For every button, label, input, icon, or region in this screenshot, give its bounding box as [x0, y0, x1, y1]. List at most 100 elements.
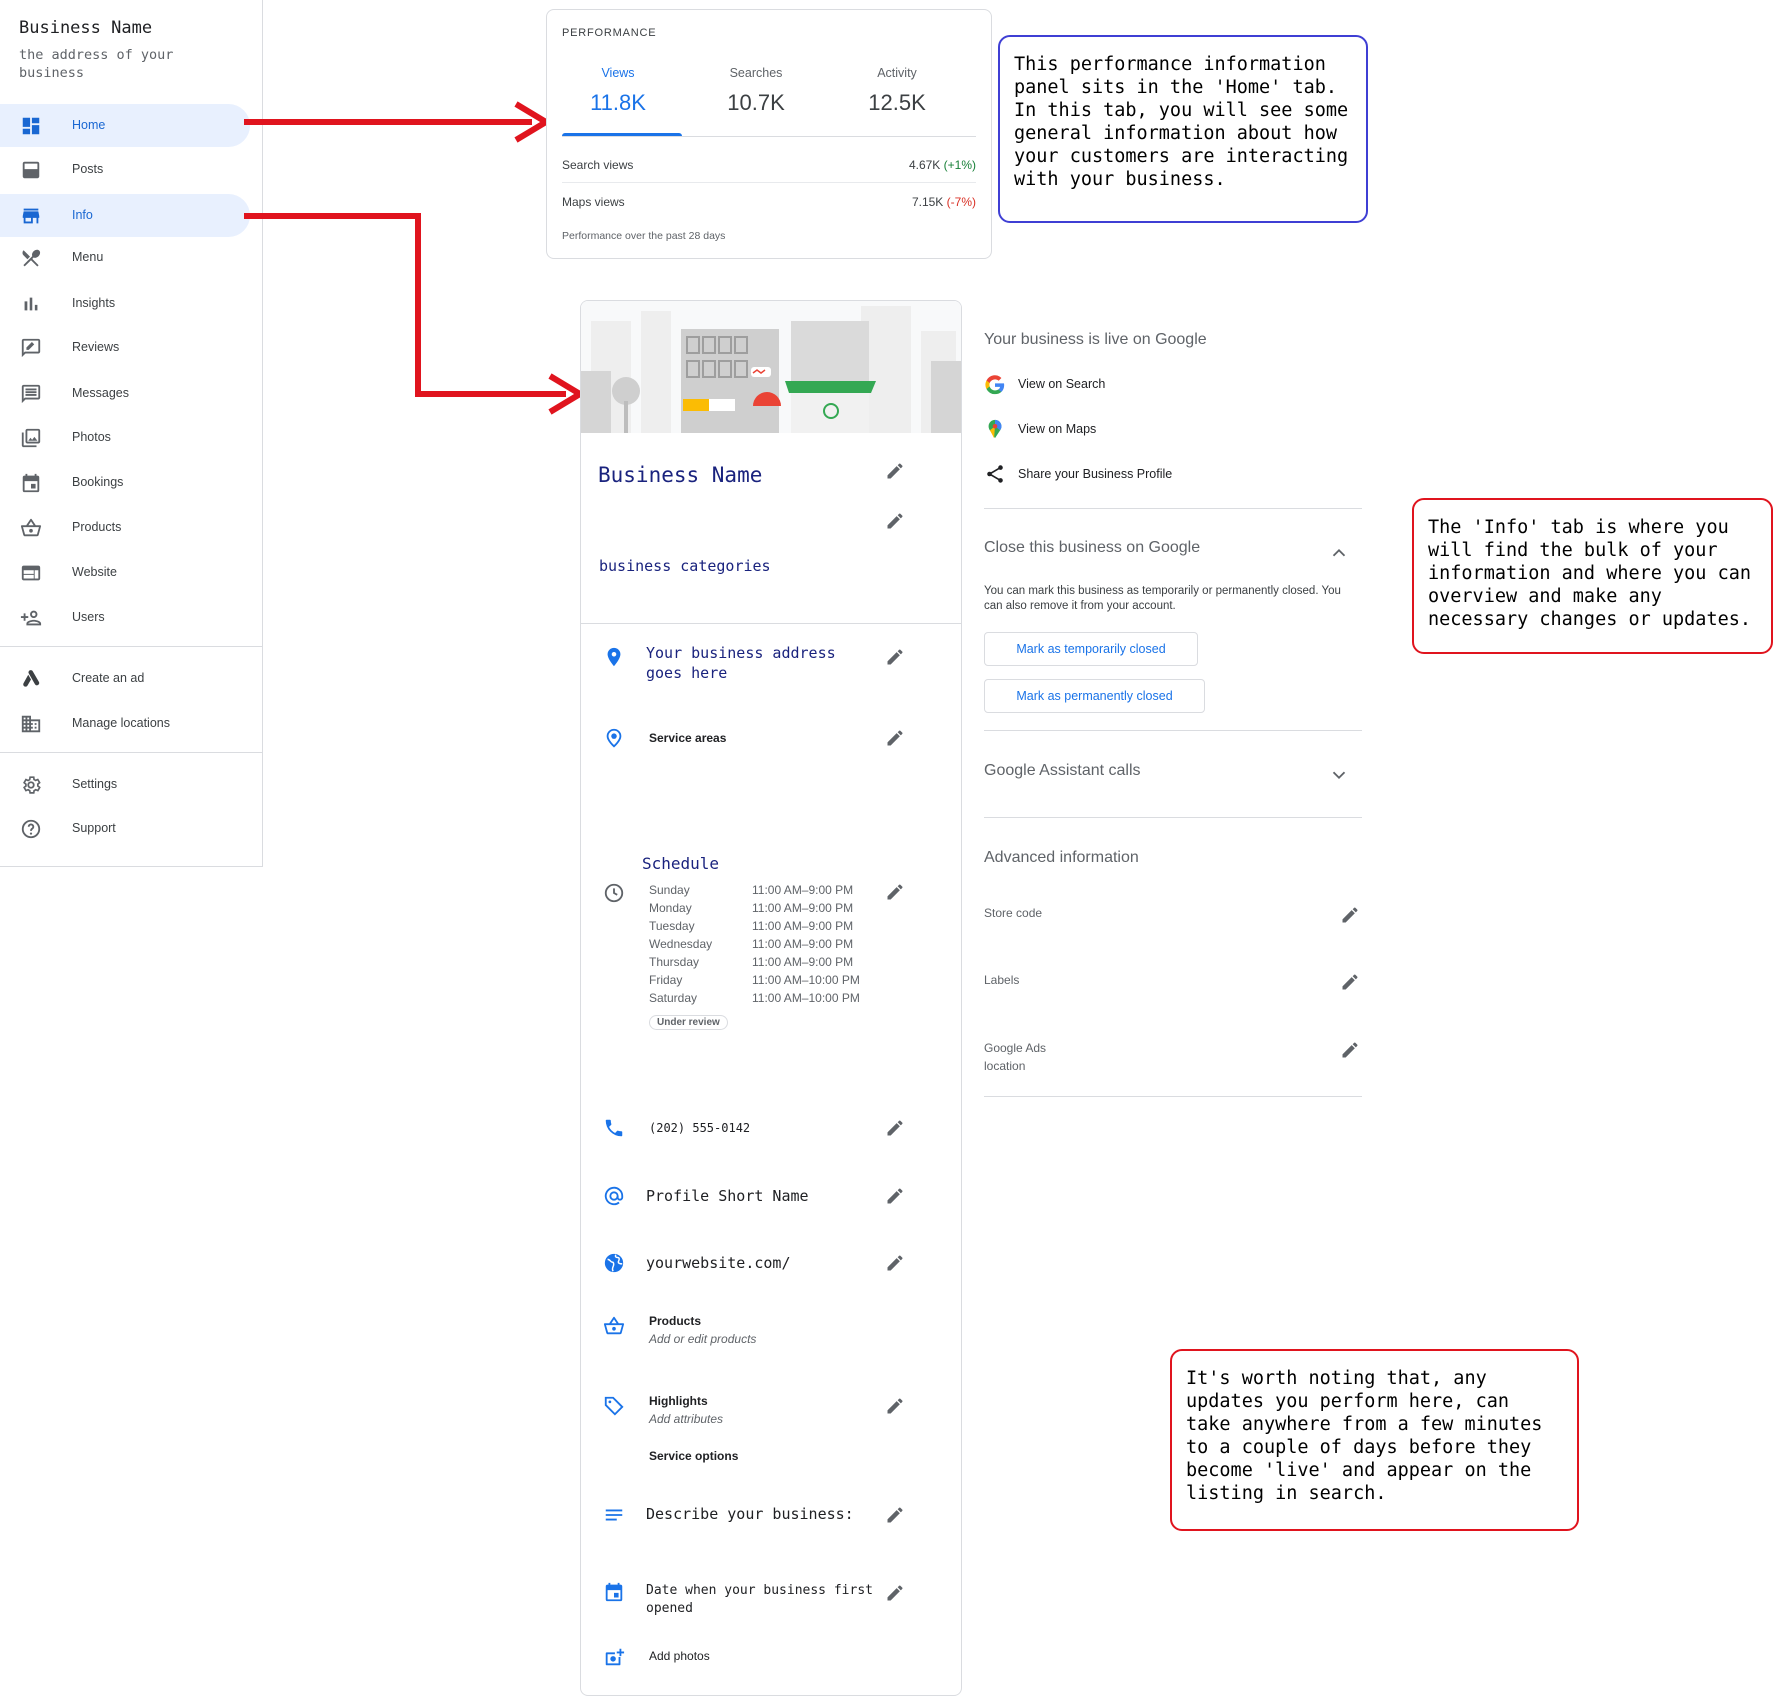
right-divider	[984, 730, 1362, 731]
arrow-info-to-card	[244, 213, 586, 415]
schedule-title: Schedule	[642, 854, 720, 873]
performance-panel: PERFORMANCE Views 11.8K Searches 10.7K A…	[546, 9, 992, 259]
products-sub[interactable]: Add or edit products	[649, 1332, 756, 1346]
website-url: yourwebsite.com/	[646, 1254, 791, 1272]
card-divider	[581, 623, 961, 624]
globe-icon	[604, 1253, 624, 1273]
maps-views-row: Maps views 7.15K (-7%)	[562, 195, 976, 209]
row-value: 7.15K	[911, 195, 944, 209]
calendar-icon	[605, 1582, 623, 1602]
close-heading[interactable]: Close this business on Google	[984, 539, 1200, 557]
phone-number: (202) 555-0142	[649, 1121, 751, 1135]
info-card: Business Name business categories Your b…	[580, 300, 962, 1696]
schedule-day: Tuesday	[649, 919, 695, 933]
tab-value: 10.7K	[727, 90, 785, 115]
chevron-up-icon[interactable]	[1328, 542, 1350, 564]
performance-title: PERFORMANCE	[562, 27, 657, 39]
schedule-hours: 11:00 AM–9:00 PM	[752, 883, 854, 897]
right-divider	[984, 1096, 1362, 1097]
tag-icon	[604, 1396, 624, 1416]
row-label: Maps views	[562, 195, 625, 209]
maps-pin-icon	[988, 419, 1002, 439]
clock-icon	[604, 883, 624, 903]
add-photos-link[interactable]: Add photos	[649, 1649, 710, 1663]
store-code-label: Store code	[984, 906, 1043, 920]
edit-phone-icon[interactable]	[885, 1118, 905, 1138]
edit-address-icon[interactable]	[885, 647, 905, 667]
edit-service-areas-icon[interactable]	[885, 728, 905, 748]
row-change: (+1%)	[943, 158, 976, 172]
edit-highlights-icon[interactable]	[885, 1396, 905, 1416]
labels-label: Labels	[984, 973, 1020, 987]
service-areas-label: Service areas	[649, 731, 727, 745]
description-icon	[605, 1509, 623, 1521]
business-description: Describe your business:	[646, 1505, 854, 1523]
schedule-hours: 11:00 AM–9:00 PM	[752, 919, 854, 933]
edit-description-icon[interactable]	[885, 1505, 905, 1525]
schedule-day: Thursday	[649, 955, 700, 969]
chevron-down-icon[interactable]	[1328, 764, 1350, 786]
search-views-row: Search views 4.67K (+1%)	[562, 158, 976, 172]
edit-category-icon[interactable]	[885, 511, 905, 531]
callout-updates: It's worth noting that, any updates you …	[1170, 1349, 1579, 1531]
schedule-day: Saturday	[649, 991, 698, 1005]
row-value: 4.67K	[908, 158, 941, 172]
row-change: (-7%)	[946, 195, 976, 209]
right-divider	[984, 817, 1362, 818]
assistant-heading[interactable]: Google Assistant calls	[984, 762, 1141, 780]
tab-label: Views	[601, 66, 635, 80]
advanced-heading: Advanced information	[984, 849, 1139, 866]
view-on-maps-link[interactable]: View on Maps	[1018, 422, 1096, 436]
tab-views[interactable]: Views 11.8K	[550, 66, 686, 116]
mark-permanently-closed-button[interactable]: Mark as permanently closed	[984, 679, 1205, 713]
schedule-hours: 11:00 AM–9:00 PM	[752, 901, 854, 915]
tab-searches[interactable]: Searches 10.7K	[688, 66, 824, 116]
at-sign-icon	[604, 1186, 624, 1206]
edit-ads-location-icon[interactable]	[1340, 1040, 1360, 1060]
mark-temporarily-closed-button[interactable]: Mark as temporarily closed	[984, 632, 1198, 666]
storefront-illustration	[581, 301, 961, 433]
edit-name-icon[interactable]	[885, 461, 905, 481]
opening-date: Date when your business first opened	[646, 1583, 873, 1616]
add-photo-icon	[605, 1648, 625, 1666]
performance-note: Performance over the past 28 days	[562, 230, 726, 242]
google-ads-location-label: Google Ads location	[984, 1041, 1047, 1073]
tab-divider	[562, 136, 976, 137]
edit-labels-icon[interactable]	[1340, 972, 1360, 992]
arrow-home-to-performance	[244, 101, 552, 143]
highlights-sub[interactable]: Add attributes	[649, 1412, 723, 1426]
callout-performance: This performance information panel sits …	[998, 35, 1368, 223]
schedule-hours: 11:00 AM–10:00 PM	[752, 991, 860, 1005]
close-description: You can mark this business as temporaril…	[984, 585, 1341, 612]
schedule-hours: 11:00 AM–9:00 PM	[752, 937, 854, 951]
service-area-icon	[606, 728, 622, 748]
business-categories: business categories	[599, 557, 771, 575]
edit-opening-date-icon[interactable]	[885, 1583, 905, 1603]
tab-label: Activity	[877, 66, 917, 80]
share-profile-link[interactable]: Share your Business Profile	[1018, 467, 1172, 481]
row-divider	[562, 182, 976, 183]
schedule-day: Monday	[649, 901, 692, 915]
tab-value: 12.5K	[868, 90, 926, 115]
under-review-badge: Under review	[649, 1015, 728, 1030]
business-address: Your business address goes here	[646, 644, 836, 682]
products-label: Products	[649, 1314, 702, 1328]
share-icon	[987, 465, 1003, 483]
edit-store-code-icon[interactable]	[1340, 905, 1360, 925]
callout-info: The 'Info' tab is where you will find th…	[1412, 498, 1773, 654]
edit-website-icon[interactable]	[885, 1253, 905, 1273]
tab-activity[interactable]: Activity 12.5K	[829, 66, 965, 116]
schedule-day: Wednesday	[649, 937, 713, 951]
schedule-hours: 11:00 AM–10:00 PM	[752, 973, 860, 987]
google-icon	[985, 375, 1005, 395]
edit-schedule-icon[interactable]	[885, 882, 905, 902]
profile-short-name: Profile Short Name	[646, 1187, 809, 1205]
view-on-search-link[interactable]: View on Search	[1018, 377, 1105, 391]
edit-short-name-icon[interactable]	[885, 1186, 905, 1206]
tab-value: 11.8K	[590, 90, 646, 115]
highlights-label: Highlights	[649, 1394, 708, 1408]
right-divider	[984, 508, 1362, 509]
schedule-hours: 11:00 AM–9:00 PM	[752, 955, 854, 969]
live-heading: Your business is live on Google	[984, 331, 1207, 348]
row-label: Search views	[562, 158, 634, 172]
